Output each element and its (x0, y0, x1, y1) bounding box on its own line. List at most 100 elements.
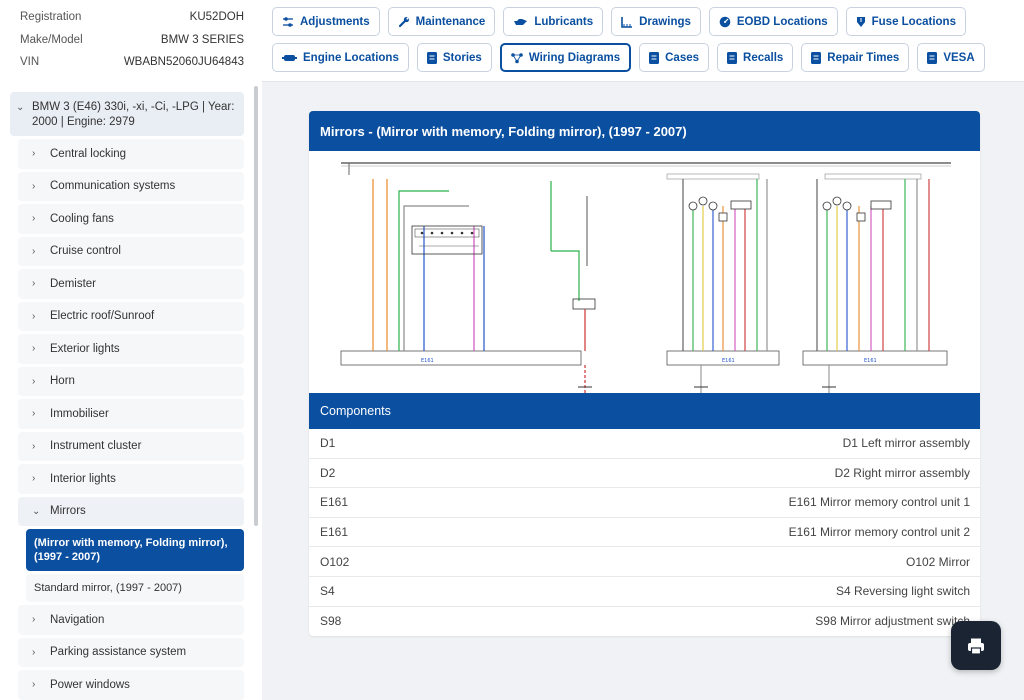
diagram-title: Mirrors - (Mirror with memory, Folding m… (309, 111, 980, 151)
sidebar-subitem-active[interactable]: (Mirror with memory, Folding mirror), (1… (26, 529, 244, 571)
sidebar-category[interactable]: › Instrument cluster (18, 431, 244, 461)
sidebar: ⌄ BMW 3 (E46) 330i, -xi, -Ci, -LPG | Yea… (0, 82, 262, 700)
sidebar-scrollbar[interactable] (254, 86, 258, 526)
toolbar: Adjustments Maintenance Lubricants Drawings… (262, 0, 1024, 82)
wiring-diagram-card: Mirrors - (Mirror with memory, Folding m… (309, 111, 980, 637)
components-table: D1 D1 Left mirror assembly D2 D2 Right mirr… (309, 429, 980, 636)
table-row: S4 S4 Reversing light switch (309, 577, 980, 607)
vehicle-info-row: Registration KU52DOH (20, 6, 244, 29)
sidebar-category[interactable]: › Electric roof/Sunroof (18, 301, 244, 331)
chevron-right-icon: › (32, 473, 36, 485)
sidebar-category[interactable]: › Exterior lights (18, 334, 244, 364)
sidebar-category-label: Immobiliser (50, 407, 109, 420)
table-row: D1 D1 Left mirror assembly (309, 429, 980, 459)
vehicle-info-label: VIN (20, 56, 40, 69)
sidebar-category[interactable]: › Navigation (18, 605, 244, 635)
component-description: D2 Right mirror assembly (834, 465, 970, 480)
component-code: E161 (320, 525, 349, 540)
eobd-locations-button[interactable]: EOBD Locations (708, 7, 838, 36)
sidebar-category[interactable]: › Interior lights (18, 464, 244, 494)
sidebar-category[interactable]: › Parking assistance system (18, 637, 244, 667)
cases-label: Cases (665, 51, 700, 64)
diagram-label-e161-3: E161 (864, 358, 877, 364)
chevron-down-icon: ⌄ (32, 505, 41, 517)
chevron-right-icon: › (32, 679, 36, 691)
sidebar-subitem[interactable]: Standard mirror, (1997 - 2007) (26, 574, 244, 602)
component-description: D1 Left mirror assembly (842, 436, 970, 451)
component-description: S98 Mirror adjustment switch (815, 614, 970, 629)
book-icon (727, 51, 738, 64)
vehicle-info-row: Make/Model BMW 3 SERIES (20, 29, 244, 52)
print-button[interactable] (951, 621, 1001, 670)
repair-times-button[interactable]: Repair Times (801, 43, 910, 72)
lubricants-button[interactable]: Lubricants (503, 7, 604, 36)
sidebar-category-label: Mirrors (50, 505, 86, 518)
engine-locations-button[interactable]: Engine Locations (272, 43, 409, 72)
toolbar-row-2: Engine Locations Stories Wiring Diagrams Ca… (272, 43, 1014, 72)
vehicle-title: BMW 3 (E46) 330i, -xi, -Ci, -LPG | Year:… (32, 101, 235, 128)
chevron-right-icon: › (32, 343, 36, 355)
wiring-diagram-svg: E161 E161 E161 (340, 162, 951, 419)
chevron-right-icon: › (32, 408, 36, 420)
vehicle-info-label: Make/Model (20, 33, 83, 46)
wiring-diagrams-button[interactable]: Wiring Diagrams (499, 43, 632, 72)
gauge-icon (719, 16, 731, 28)
sidebar-category-label: Cruise control (50, 245, 121, 258)
adjustments-label: Adjustments (300, 15, 370, 28)
sidebar-category-label: Interior lights (50, 472, 116, 485)
vesa-label: VESA (943, 51, 975, 64)
sidebar-category[interactable]: › Immobiliser (18, 399, 244, 429)
vesa-button[interactable]: VESA (917, 43, 985, 72)
sidebar-category[interactable]: › Cruise control (18, 236, 244, 266)
repair-times-label: Repair Times (827, 51, 900, 64)
chevron-right-icon: › (32, 646, 36, 658)
component-description: O102 Mirror (905, 554, 970, 569)
sidebar-category-label: Navigation (50, 613, 105, 626)
maintenance-button[interactable]: Maintenance (387, 7, 496, 36)
chevron-right-icon: › (32, 310, 36, 322)
sidebar-category[interactable]: › Power windows (18, 670, 244, 700)
vehicle-tree-root[interactable]: ⌄ BMW 3 (E46) 330i, -xi, -Ci, -LPG | Yea… (10, 92, 244, 136)
wiring-diagram[interactable]: E161 E161 E161 (309, 151, 980, 419)
drawings-button[interactable]: Drawings (611, 7, 701, 36)
wiring-diagrams-label: Wiring Diagrams (528, 51, 621, 64)
sidebar-category[interactable]: › Central locking (18, 139, 244, 169)
sidebar-category-label: Demister (50, 277, 97, 290)
sidebar-category[interactable]: › Cooling fans (18, 204, 244, 234)
sidebar-category[interactable]: ⌄ Mirrors (18, 496, 244, 526)
eobd-locations-label: EOBD Locations (736, 15, 828, 28)
table-row: D2 D2 Right mirror assembly (309, 459, 980, 489)
component-description: S4 Reversing light switch (835, 584, 970, 599)
vehicle-info-panel: Registration KU52DOH Make/Model BMW 3 SERIE… (0, 0, 262, 82)
vehicle-info-value: BMW 3 SERIES (160, 33, 244, 46)
lubricants-label: Lubricants (534, 15, 594, 28)
book-icon (649, 51, 660, 64)
sidebar-category-label: Exterior lights (50, 342, 120, 355)
component-description: E161 Mirror memory control unit 1 (788, 495, 970, 510)
adjustments-button[interactable]: Adjustments (272, 7, 380, 36)
component-code: S98 (320, 614, 342, 629)
engine-icon (282, 53, 297, 63)
component-code: S4 (320, 584, 335, 599)
recalls-label: Recalls (743, 51, 784, 64)
recalls-button[interactable]: Recalls (717, 43, 794, 72)
sidebar-category[interactable]: › Demister (18, 269, 244, 299)
ruler-icon (621, 16, 633, 28)
sidebar-category-label: Central locking (50, 147, 127, 160)
chevron-right-icon: › (32, 375, 36, 387)
drawings-label: Drawings (639, 15, 691, 28)
component-code: D1 (320, 436, 336, 451)
sidebar-category-label: Cooling fans (50, 212, 114, 225)
table-row: E161 E161 Mirror memory control unit 1 (309, 488, 980, 518)
cases-button[interactable]: Cases (639, 43, 710, 72)
sidebar-category[interactable]: › Communication systems (18, 171, 244, 201)
book-icon (927, 51, 938, 64)
sidebar-category[interactable]: › Horn (18, 366, 244, 396)
sidebar-category-label: Instrument cluster (50, 440, 142, 453)
table-row: O102 O102 Mirror (309, 547, 980, 577)
table-row: S98 S98 Mirror adjustment switch (309, 607, 980, 637)
chevron-right-icon: › (32, 278, 36, 290)
stories-button[interactable]: Stories (416, 43, 492, 72)
fuse-locations-button[interactable]: Fuse Locations (845, 7, 966, 36)
sidebar-category-label: Parking assistance system (50, 646, 187, 659)
